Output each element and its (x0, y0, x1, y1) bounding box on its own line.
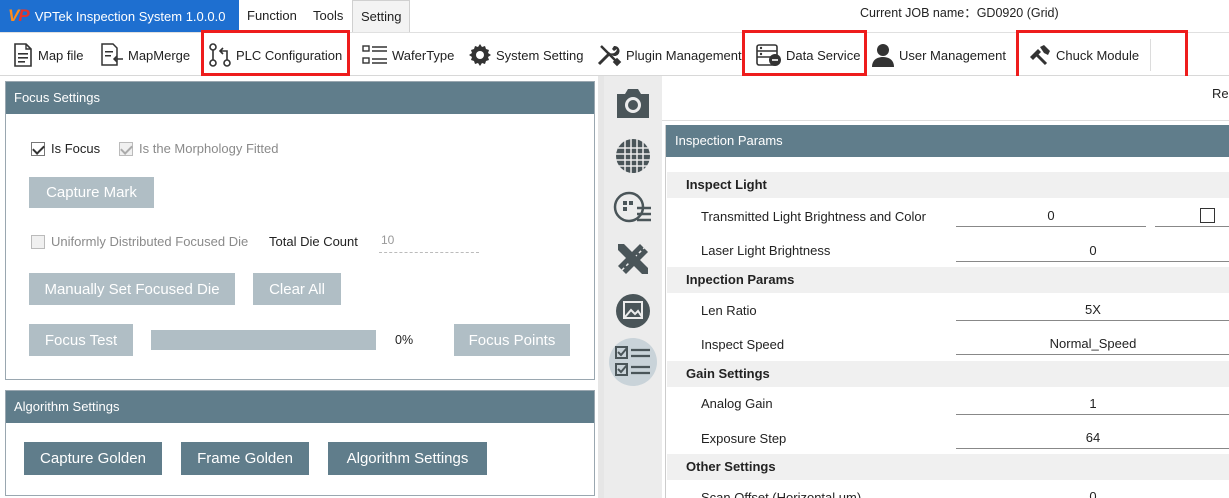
inspect-speed-value[interactable]: Normal_Speed (956, 336, 1229, 355)
checklist-icon (615, 346, 650, 376)
tools-icon (597, 45, 622, 67)
frame-golden-button[interactable]: Frame Golden (181, 442, 309, 475)
system-setting-label: System Setting (496, 47, 584, 63)
len-ratio-label: Len Ratio (701, 303, 757, 318)
design-tools-tab[interactable] (612, 238, 654, 280)
is-focus-label: Is Focus (51, 141, 101, 156)
scan-offset-label: Scan Offset (Horizontal um) (701, 490, 862, 498)
camera-tab[interactable] (612, 82, 654, 124)
map-file-label: Map file (38, 47, 84, 63)
map-file-button[interactable]: Map file (12, 37, 84, 73)
merge-document-icon (101, 43, 123, 66)
map-merge-label: MapMerge (128, 47, 191, 63)
checklist-tab[interactable] (609, 338, 657, 386)
morphology-fitted-label: Is the Morphology Fitted (139, 141, 279, 156)
clear-all-button[interactable]: Clear All (253, 273, 341, 305)
image-frame-icon (616, 294, 650, 328)
camera-icon (617, 89, 649, 118)
algorithm-settings-header: Algorithm Settings (6, 391, 594, 423)
right-top-label: Rec (1212, 86, 1229, 101)
title-bar: VP VPTek Inspection System 1.0.0.0 Funct… (0, 0, 1229, 32)
group-inspect-light: Inspect Light (667, 172, 1229, 198)
highlight-box-chuck (1016, 30, 1188, 80)
menu-function[interactable]: Function (239, 0, 305, 32)
capture-golden-button[interactable]: Capture Golden (24, 442, 162, 475)
group-other-settings: Other Settings (667, 454, 1229, 480)
inspect-speed-label: Inspect Speed (701, 337, 785, 352)
analog-gain-label: Analog Gain (701, 396, 773, 411)
focus-settings-header: Focus Settings (6, 82, 594, 114)
morphology-fitted-checkbox[interactable]: Is the Morphology Fitted (119, 141, 278, 156)
color-checkbox[interactable] (1200, 208, 1215, 223)
scan-offset-value[interactable]: 0 (956, 489, 1229, 498)
total-die-count-input[interactable]: 10 (379, 233, 479, 253)
wafer-list-tab[interactable] (612, 186, 654, 228)
focus-progress-bar (151, 330, 376, 350)
app-title-area: VP VPTek Inspection System 1.0.0.0 (0, 0, 239, 32)
is-focus-checkbox[interactable]: Is Focus (31, 141, 100, 156)
transmitted-light-value[interactable]: 0 (956, 208, 1146, 227)
map-merge-button[interactable]: MapMerge (100, 37, 190, 73)
color-field-underline (1155, 226, 1229, 227)
app-title: VPTek Inspection System 1.0.0.0 (34, 8, 226, 24)
plugin-management-button[interactable]: Plugin Management (596, 37, 742, 73)
focus-progress-text: 0% (395, 333, 414, 347)
ruler-pencil-icon (618, 244, 648, 274)
focus-settings-panel: Focus Settings Is Focus Is the Morpholog… (5, 81, 595, 380)
plugin-management-label: Plugin Management (626, 47, 742, 63)
uniform-focused-die-checkbox[interactable]: Uniformly Distributed Focused Die (31, 234, 248, 249)
user-icon (872, 44, 894, 67)
group-inspection-params: Inpection Params (667, 267, 1229, 293)
focus-points-button[interactable]: Focus Points (454, 324, 570, 356)
current-job-label: Current JOB name：GD0920 (Grid) (860, 6, 1059, 20)
exposure-step-label: Exposure Step (701, 431, 787, 446)
focus-test-button[interactable]: Focus Test (29, 324, 133, 356)
user-management-button[interactable]: User Management (871, 37, 1006, 73)
group-gain-settings: Gain Settings (667, 361, 1229, 387)
wafer-type-button[interactable]: WaferType (362, 37, 454, 73)
inspection-params-header: Inspection Params (666, 125, 1229, 157)
checkbox-icon (31, 141, 45, 156)
document-icon (14, 43, 32, 67)
gear-icon (469, 44, 491, 66)
image-tab[interactable] (612, 290, 654, 332)
exposure-step-value[interactable]: 64 (956, 430, 1229, 449)
inspection-params-panel: Inspection Params Inspect Light Transmit… (665, 125, 1229, 498)
algorithm-settings-panel: Algorithm Settings Capture Golden Frame … (5, 390, 595, 496)
len-ratio-value[interactable]: 5X (956, 302, 1229, 321)
laser-light-value[interactable]: 0 (956, 243, 1229, 262)
right-top-bar: Rec (662, 76, 1229, 121)
wafer-grid-icon (616, 139, 650, 173)
capture-mark-button[interactable]: Capture Mark (29, 177, 154, 208)
menu-setting[interactable]: Setting (352, 0, 411, 32)
analog-gain-value[interactable]: 1 (956, 396, 1229, 415)
transmitted-light-label: Transmitted Light Brightness and Color (701, 209, 926, 224)
wafer-type-label: WaferType (392, 47, 455, 63)
icon-rail (604, 76, 662, 498)
wafer-grid-tab[interactable] (612, 135, 654, 177)
algorithm-settings-button[interactable]: Algorithm Settings (328, 442, 487, 475)
list-icon (362, 45, 387, 64)
menu-tools[interactable]: Tools (305, 0, 351, 32)
manually-set-focused-die-button[interactable]: Manually Set Focused Die (29, 273, 235, 305)
total-die-count-label: Total Die Count (269, 234, 358, 249)
user-management-label: User Management (899, 47, 1006, 63)
system-setting-button[interactable]: System Setting (468, 37, 583, 73)
laser-light-label: Laser Light Brightness (701, 243, 831, 258)
checkbox-icon (31, 234, 45, 249)
app-logo: VP (8, 6, 30, 25)
checkbox-icon (119, 141, 133, 156)
highlight-box-data-service (742, 30, 867, 76)
highlight-box-plc (201, 30, 350, 76)
uniform-focused-die-label: Uniformly Distributed Focused Die (51, 234, 249, 249)
wafer-list-icon (613, 191, 651, 223)
